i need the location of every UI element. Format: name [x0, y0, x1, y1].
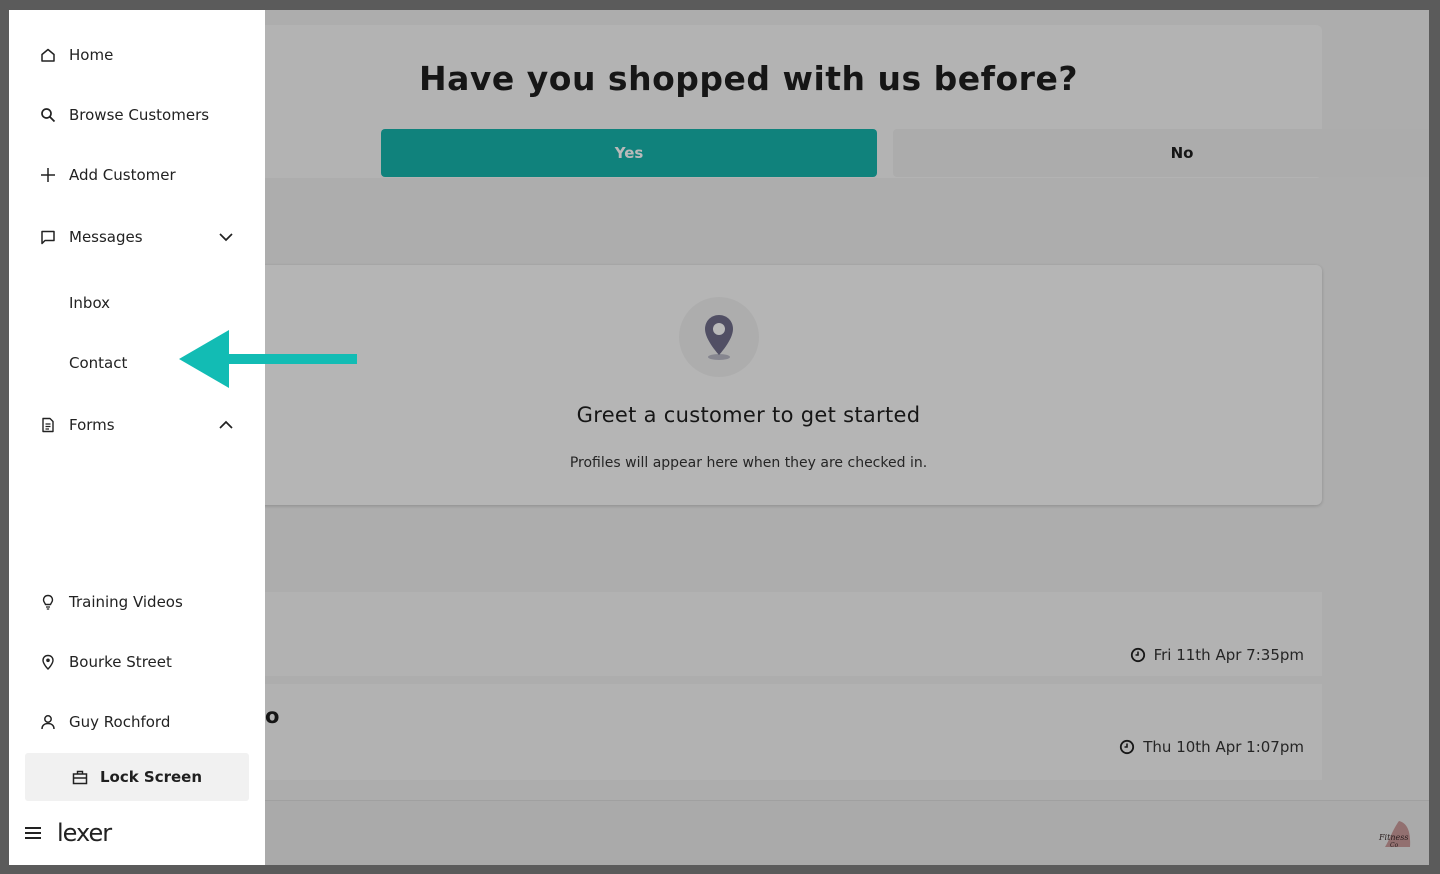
sidebar-item-label: Contact — [69, 354, 128, 372]
sidebar-item-browse-customers[interactable]: Browse Customers — [9, 95, 265, 135]
sidebar-item-label: Inbox — [69, 294, 111, 312]
sidebar-item-add-customer[interactable]: Add Customer — [9, 155, 265, 195]
app-window: Have you shopped with us before? Yes No … — [9, 10, 1429, 865]
message-icon — [39, 228, 57, 246]
form-icon — [39, 416, 57, 434]
drawer-footer: lexer — [25, 818, 112, 848]
lock-screen-label: Lock Screen — [99, 768, 203, 786]
menu-icon[interactable] — [25, 827, 41, 839]
sidebar-item-label: Messages — [69, 228, 143, 246]
sidebar-item-user-profile[interactable]: Guy Rochford — [9, 702, 265, 742]
navigation-drawer: Home Browse Customers Add Customer Messa… — [9, 10, 265, 865]
chevron-up-icon[interactable] — [217, 416, 235, 434]
sidebar-item-label: Browse Customers — [69, 106, 210, 124]
annotation-arrow-icon — [179, 330, 357, 388]
briefcase-icon — [72, 770, 88, 785]
sidebar-item-label: Bourke Street — [69, 653, 172, 671]
sidebar-item-label: Forms — [69, 416, 115, 434]
plus-icon — [39, 166, 57, 184]
sidebar-item-training-videos[interactable]: Training Videos — [9, 582, 265, 622]
search-icon — [39, 106, 57, 124]
home-icon — [39, 46, 57, 64]
sidebar-item-inbox[interactable]: Inbox — [9, 283, 265, 323]
user-icon — [39, 713, 57, 731]
lock-screen-button[interactable]: Lock Screen — [25, 753, 249, 801]
sidebar-item-label: Training Videos — [69, 593, 183, 611]
location-pin-icon — [39, 653, 57, 671]
sidebar-item-label: Home — [69, 46, 114, 64]
sidebar-item-forms[interactable]: Forms — [9, 405, 265, 445]
sidebar-item-home[interactable]: Home — [9, 35, 265, 75]
sidebar-item-messages[interactable]: Messages — [9, 217, 265, 257]
chevron-down-icon[interactable] — [217, 228, 235, 246]
lightbulb-icon — [39, 593, 57, 611]
sidebar-item-label: Guy Rochford — [69, 713, 171, 731]
lexer-logo: lexer — [57, 819, 112, 847]
sidebar-item-store-location[interactable]: Bourke Street — [9, 642, 265, 682]
sidebar-item-label: Add Customer — [69, 166, 176, 184]
